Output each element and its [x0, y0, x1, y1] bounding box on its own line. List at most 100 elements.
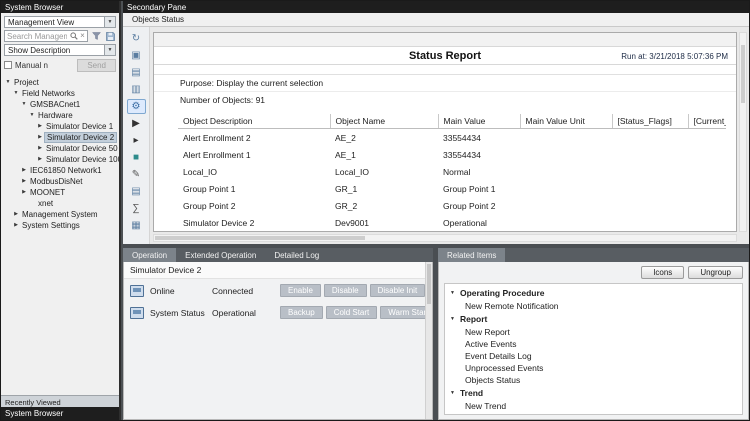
- chart-icon[interactable]: ▦: [127, 218, 146, 233]
- report-cell: [688, 163, 726, 180]
- backup-button[interactable]: Backup: [280, 306, 323, 319]
- tab-operation[interactable]: Operation: [123, 248, 176, 262]
- related-group-trend[interactable]: ▼Trend: [450, 386, 737, 400]
- related-item-unprocessed-events[interactable]: Unprocessed Events: [450, 362, 737, 374]
- report-cell: Group Point 1: [178, 180, 330, 197]
- expand-icon[interactable]: ▶: [20, 168, 28, 173]
- tree-item-iec61850-network1[interactable]: ▶IEC61850 Network1: [1, 165, 119, 176]
- report-cell: [520, 146, 612, 163]
- disable-init-button[interactable]: Disable Init: [370, 284, 426, 297]
- related-item-new-trend[interactable]: New Trend: [450, 400, 737, 412]
- tree-item-gmsbacnet1[interactable]: ▼GMSBACnet1: [1, 99, 119, 110]
- tree-item-label: IEC61850 Network1: [28, 166, 104, 175]
- scrollbar-thumb[interactable]: [741, 45, 745, 103]
- tree-item-system-settings[interactable]: ▶System Settings: [1, 220, 119, 231]
- print-icon[interactable]: ▥: [127, 82, 146, 97]
- report-cell: [612, 231, 688, 232]
- run-icon[interactable]: ▶: [127, 116, 146, 131]
- collapse-icon[interactable]: ▼: [4, 80, 12, 85]
- document-icon[interactable]: ▤: [127, 184, 146, 199]
- tab-objects-status[interactable]: Objects Status: [123, 14, 193, 25]
- operation-panel: OperationExtended OperationDetailed Log …: [123, 248, 433, 420]
- system-browser-bottom-tab[interactable]: System Browser: [1, 407, 119, 420]
- report-column-header: Object Description: [178, 114, 330, 129]
- resume-icon[interactable]: ▸: [127, 133, 146, 148]
- collapse-icon[interactable]: ▼: [28, 113, 36, 118]
- icons-button[interactable]: Icons: [641, 266, 684, 279]
- report-cell: AE_2: [330, 129, 438, 147]
- export-icon[interactable]: ▤: [127, 65, 146, 80]
- tree-item-label: GMSBACnet1: [28, 100, 82, 109]
- related-item-objects-status[interactable]: Objects Status: [450, 374, 737, 386]
- related-group-report[interactable]: ▼Report: [450, 312, 737, 326]
- description-mode-dropdown[interactable]: Show Description ▼: [4, 44, 116, 56]
- save-icon[interactable]: ▣: [127, 48, 146, 63]
- report-cell: [520, 180, 612, 197]
- stop-icon[interactable]: ■: [127, 150, 146, 165]
- tree-item-simulator-device-50[interactable]: ▶Simulator Device 50: [1, 143, 119, 154]
- recently-viewed-bar[interactable]: Recently Viewed: [1, 395, 119, 407]
- tree-item-label: Hardware: [36, 111, 75, 120]
- ungroup-button[interactable]: Ungroup: [688, 266, 743, 279]
- collapse-icon[interactable]: ▼: [20, 102, 28, 107]
- tab-detailed-log[interactable]: Detailed Log: [265, 248, 328, 262]
- tree-item-modbusdisnet[interactable]: ▶ModbusDisNet: [1, 176, 119, 187]
- expand-icon[interactable]: ▶: [20, 190, 28, 195]
- report-column-header: Object Name: [330, 114, 438, 129]
- expand-icon[interactable]: ▶: [12, 212, 20, 217]
- tab-related-items[interactable]: Related Items: [438, 248, 505, 262]
- report-vertical-scrollbar[interactable]: [739, 32, 747, 232]
- report-cell: Accumulator 2: [178, 231, 330, 232]
- tree-item-project[interactable]: ▼Project: [1, 77, 119, 88]
- disable-button[interactable]: Disable: [324, 284, 367, 297]
- tree-item-xnet[interactable]: xnet: [1, 198, 119, 209]
- expand-icon[interactable]: ▶: [36, 157, 44, 162]
- send-button[interactable]: Send: [77, 59, 116, 72]
- settings-icon[interactable]: ⚙: [127, 99, 146, 114]
- expand-icon[interactable]: ▶: [12, 223, 20, 228]
- report-row: Alert Enrollment 1AE_133554434: [178, 146, 726, 163]
- expand-icon[interactable]: ▶: [36, 135, 44, 140]
- expand-icon[interactable]: ▶: [20, 179, 28, 184]
- manual-navigation-checkbox[interactable]: [4, 61, 12, 69]
- tree-item-field-networks[interactable]: ▼Field Networks: [1, 88, 119, 99]
- related-item-new-remote-notification[interactable]: New Remote Notification: [450, 300, 737, 312]
- refresh-icon[interactable]: ↻: [127, 31, 146, 46]
- dropdown-arrow-icon[interactable]: ▼: [104, 17, 115, 27]
- scrollbar-thumb[interactable]: [155, 236, 365, 240]
- expand-icon[interactable]: ▶: [36, 124, 44, 129]
- operation-command-buttons: EnableDisableDisable Init: [280, 284, 425, 297]
- report-row: Group Point 2GR_2Group Point 2: [178, 197, 726, 214]
- related-item-event-details-log[interactable]: Event Details Log: [450, 350, 737, 362]
- tree-item-simulator-device-1[interactable]: ▶Simulator Device 1: [1, 121, 119, 132]
- search-icon[interactable]: [69, 32, 78, 40]
- search-input[interactable]: [5, 32, 69, 41]
- enable-button[interactable]: Enable: [280, 284, 321, 297]
- tree-item-simulator-device-100[interactable]: ▶Simulator Device 100: [1, 154, 119, 165]
- system-status-icon: [130, 307, 144, 319]
- dropdown-arrow-icon[interactable]: ▼: [104, 45, 115, 55]
- tree-item-simulator-device-2[interactable]: ▶Simulator Device 2: [1, 132, 119, 143]
- tab-extended-operation[interactable]: Extended Operation: [176, 248, 265, 262]
- clear-search-icon[interactable]: ×: [78, 32, 87, 40]
- collapse-icon[interactable]: ▼: [12, 91, 20, 96]
- related-item-new-report[interactable]: New Report: [450, 326, 737, 338]
- tree-item-management-system[interactable]: ▶Management System: [1, 209, 119, 220]
- tree-item-hardware[interactable]: ▼Hardware: [1, 110, 119, 121]
- expand-icon[interactable]: ▶: [36, 146, 44, 151]
- related-item-active-events[interactable]: Active Events: [450, 338, 737, 350]
- tree-item-moonet[interactable]: ▶MOONET: [1, 187, 119, 198]
- filter-icon[interactable]: [90, 30, 102, 42]
- scrollbar-thumb[interactable]: [427, 264, 431, 304]
- related-group-operating-procedure[interactable]: ▼Operating Procedure: [450, 286, 737, 300]
- report-horizontal-scrollbar[interactable]: [153, 234, 737, 242]
- save-search-icon[interactable]: [104, 30, 116, 42]
- report-cell: 33554434: [438, 129, 520, 147]
- view-selector-dropdown[interactable]: Management View ▼: [4, 16, 116, 28]
- cold-start-button[interactable]: Cold Start: [326, 306, 378, 319]
- formula-icon[interactable]: ∑: [127, 201, 146, 216]
- edit-icon[interactable]: ✎: [127, 167, 146, 182]
- report-cell: [520, 214, 612, 231]
- report-purpose: Purpose: Display the current selection: [154, 74, 736, 91]
- operation-scrollbar[interactable]: [425, 262, 432, 419]
